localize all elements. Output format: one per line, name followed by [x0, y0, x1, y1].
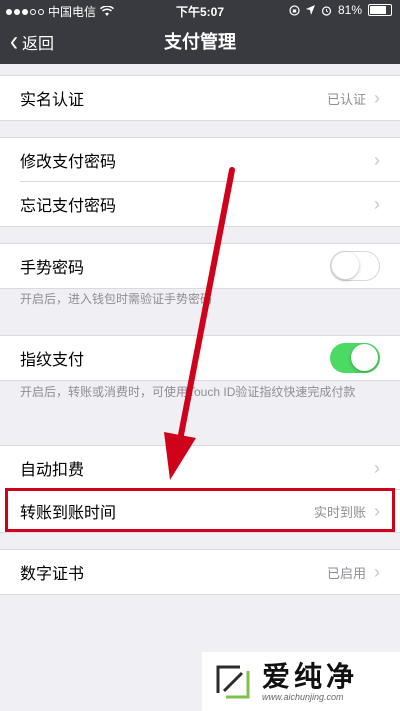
divider	[0, 594, 400, 595]
chevron-right-icon: ›	[374, 458, 380, 478]
location-icon	[305, 5, 315, 15]
chevron-right-icon: ›	[374, 194, 380, 214]
chevron-right-icon: ›	[374, 501, 380, 521]
fingerprint-pay-row: 指纹支付	[0, 336, 400, 380]
status-bar: 中国电信 下午5:07 81%	[0, 0, 400, 20]
chevron-right-icon: ›	[374, 562, 380, 582]
real-name-label: 实名认证	[20, 92, 85, 109]
battery-percent: 81%	[337, 3, 362, 17]
auto-deduct-row[interactable]: 自动扣费 ›	[0, 446, 400, 490]
gesture-password-label: 手势密码	[20, 260, 85, 277]
forgot-password-label: 忘记支付密码	[20, 198, 117, 215]
battery-icon	[368, 4, 392, 16]
transfer-time-value: 实时到账	[313, 504, 366, 520]
fingerprint-pay-label: 指纹支付	[20, 352, 85, 369]
divider	[0, 380, 400, 381]
digital-cert-row[interactable]: 数字证书 已启用 ›	[0, 550, 400, 594]
digital-cert-label: 数字证书	[20, 566, 85, 583]
divider	[0, 532, 400, 533]
nav-bar: ‹ 返回 支付管理	[0, 20, 400, 64]
fingerprint-hint: 开启后，转账或消费时，可使用Touch ID验证指纹快速完成付款	[20, 385, 356, 399]
watermark-url: www.aichunjing.com	[262, 691, 344, 702]
gesture-password-row: 手势密码	[0, 244, 400, 288]
divider	[0, 226, 400, 227]
transfer-time-label: 转账到账时间	[20, 505, 117, 522]
gesture-password-toggle[interactable]	[330, 251, 380, 281]
real-name-row[interactable]: 实名认证 已认证 ›	[0, 76, 400, 120]
chevron-right-icon: ›	[374, 88, 380, 108]
lock-rotation-icon	[289, 4, 300, 16]
alarm-icon	[321, 5, 332, 16]
status-right: 81%	[289, 3, 392, 17]
chevron-right-icon: ›	[374, 150, 380, 170]
watermark: 爱纯净 www.aichunjing.com	[202, 652, 400, 711]
transfer-time-row[interactable]: 转账到账时间 实时到账 ›	[0, 490, 400, 532]
watermark-brand: 爱纯净	[262, 660, 359, 692]
modify-password-label: 修改支付密码	[20, 154, 117, 171]
divider	[0, 120, 400, 121]
fingerprint-pay-toggle[interactable]	[330, 343, 380, 373]
brand-logo-icon	[216, 665, 250, 698]
modify-password-row[interactable]: 修改支付密码 ›	[0, 138, 400, 182]
divider	[0, 288, 400, 289]
real-name-value: 已认证	[326, 91, 366, 107]
page-title: 支付管理	[164, 32, 236, 52]
auto-deduct-label: 自动扣费	[20, 462, 85, 479]
forgot-password-row[interactable]: 忘记支付密码 ›	[0, 182, 400, 226]
digital-cert-value: 已启用	[326, 565, 366, 581]
gesture-hint: 开启后，进入钱包时需验证手势密码	[20, 292, 213, 306]
